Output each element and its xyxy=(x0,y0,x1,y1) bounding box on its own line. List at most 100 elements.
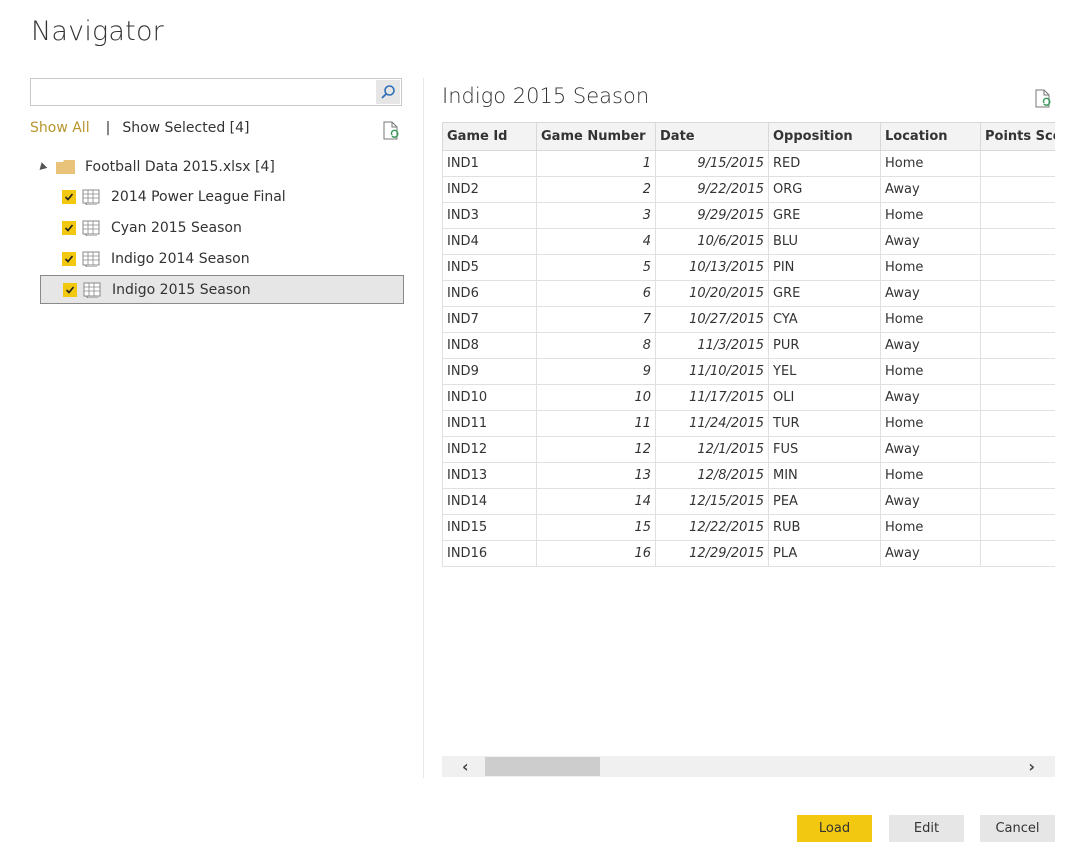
table-cell: Home xyxy=(880,254,981,281)
table-cell: 13 xyxy=(536,462,656,489)
table-cell: PIN xyxy=(768,254,881,281)
column-header[interactable]: Game Number xyxy=(536,122,656,151)
tree-root-label: Football Data 2015.xlsx [4] xyxy=(85,159,275,175)
table-cell: IND3 xyxy=(442,202,537,229)
tree-item-label: Indigo 2015 Season xyxy=(112,281,251,298)
scrollbar-thumb[interactable] xyxy=(485,757,600,776)
table-cell xyxy=(980,280,1055,307)
column-header[interactable]: Points Scored xyxy=(980,122,1055,151)
table-cell: IND11 xyxy=(442,410,537,437)
tree-item[interactable]: Indigo 2014 Season xyxy=(40,244,404,273)
table-cell: IND15 xyxy=(442,514,537,541)
table-cell: BLU xyxy=(768,228,881,255)
table-cell: 14 xyxy=(536,488,656,515)
table-row: IND8 8 11/3/2015 PUR Away xyxy=(442,332,1055,359)
table-cell: GRE xyxy=(768,202,881,229)
refresh-navigator-button[interactable] xyxy=(382,121,402,145)
table-icon xyxy=(82,189,100,205)
table-cell: Away xyxy=(880,280,981,307)
table-cell xyxy=(980,150,1055,177)
checkmark-icon xyxy=(65,285,75,294)
table-cell xyxy=(980,488,1055,515)
tree-item[interactable]: Indigo 2015 Season xyxy=(40,275,404,304)
column-header[interactable]: Opposition xyxy=(768,122,881,151)
table-row: IND7 7 10/27/2015 CYA Home xyxy=(442,306,1055,333)
table-cell: 11 xyxy=(536,410,656,437)
item-checkbox[interactable] xyxy=(62,220,76,235)
folder-icon xyxy=(56,160,75,174)
column-header[interactable]: Location xyxy=(880,122,981,151)
show-selected-link[interactable]: Show Selected [4] xyxy=(122,120,249,136)
column-header[interactable]: Game Id xyxy=(442,122,537,151)
table-cell: PLA xyxy=(768,540,881,567)
table-cell: Home xyxy=(880,410,981,437)
table-cell: FUS xyxy=(768,436,881,463)
horizontal-scrollbar[interactable]: ‹ › xyxy=(442,756,1055,777)
table-cell: IND14 xyxy=(442,488,537,515)
load-button[interactable]: Load xyxy=(797,815,872,842)
cancel-button[interactable]: Cancel xyxy=(980,815,1055,842)
table-cell xyxy=(980,462,1055,489)
table-cell: 5 xyxy=(536,254,656,281)
table-cell: IND2 xyxy=(442,176,537,203)
table-row: IND13 13 12/8/2015 MIN Home xyxy=(442,462,1055,489)
filter-separator: | xyxy=(105,120,111,136)
table-cell: Home xyxy=(880,514,981,541)
item-checkbox[interactable] xyxy=(62,251,76,266)
scroll-left-icon[interactable]: ‹ xyxy=(462,757,469,776)
edit-button[interactable]: Edit xyxy=(889,815,964,842)
table-cell: IND9 xyxy=(442,358,537,385)
refresh-document-icon xyxy=(383,121,399,140)
column-header[interactable]: Date xyxy=(655,122,769,151)
table-cell: IND10 xyxy=(442,384,537,411)
scroll-right-icon[interactable]: › xyxy=(1028,757,1035,776)
table-cell: 12/15/2015 xyxy=(655,488,769,515)
table-row: IND6 6 10/20/2015 GRE Away xyxy=(442,280,1055,307)
item-checkbox[interactable] xyxy=(63,282,77,297)
table-cell xyxy=(980,384,1055,411)
table-row: IND12 12 12/1/2015 FUS Away xyxy=(442,436,1055,463)
checkmark-icon xyxy=(64,192,74,201)
table-row: IND2 2 9/22/2015 ORG Away xyxy=(442,176,1055,203)
table-cell: Away xyxy=(880,332,981,359)
table-cell: 11/24/2015 xyxy=(655,410,769,437)
table-cell: 12/22/2015 xyxy=(655,514,769,541)
preview-title: Indigo 2015 Season xyxy=(442,84,650,108)
tree-item[interactable]: Cyan 2015 Season xyxy=(40,213,404,242)
table-cell: Home xyxy=(880,150,981,177)
table-row: IND11 11 11/24/2015 TUR Home xyxy=(442,410,1055,437)
table-cell: 4 xyxy=(536,228,656,255)
table-cell xyxy=(980,332,1055,359)
table-cell: OLI xyxy=(768,384,881,411)
table-cell: 12/8/2015 xyxy=(655,462,769,489)
search-box[interactable] xyxy=(30,78,402,106)
table-cell xyxy=(980,176,1055,203)
table-cell: YEL xyxy=(768,358,881,385)
table-row: IND15 15 12/22/2015 RUB Home xyxy=(442,514,1055,541)
table-cell: Away xyxy=(880,228,981,255)
search-button[interactable] xyxy=(376,80,400,104)
table-cell: 9 xyxy=(536,358,656,385)
table-cell: IND4 xyxy=(442,228,537,255)
refresh-preview-button[interactable] xyxy=(1034,89,1054,113)
table-cell: Away xyxy=(880,436,981,463)
table-cell: 11/10/2015 xyxy=(655,358,769,385)
table-cell: IND5 xyxy=(442,254,537,281)
search-icon xyxy=(381,85,395,99)
table-cell: GRE xyxy=(768,280,881,307)
table-cell: 10 xyxy=(536,384,656,411)
search-input[interactable] xyxy=(31,79,383,105)
tree-item[interactable]: 2014 Power League Final xyxy=(40,182,404,211)
table-cell: 10/20/2015 xyxy=(655,280,769,307)
tree-root-file[interactable]: Football Data 2015.xlsx [4] xyxy=(30,152,406,182)
item-checkbox[interactable] xyxy=(62,189,76,204)
table-cell: Home xyxy=(880,306,981,333)
table-cell: 10/6/2015 xyxy=(655,228,769,255)
show-all-link[interactable]: Show All xyxy=(30,120,90,136)
expand-arrow-icon[interactable] xyxy=(36,161,48,173)
table-cell xyxy=(980,306,1055,333)
table-cell: Away xyxy=(880,540,981,567)
table-cell xyxy=(980,358,1055,385)
tree-item-label: Indigo 2014 Season xyxy=(111,250,250,267)
table-cell: ORG xyxy=(768,176,881,203)
